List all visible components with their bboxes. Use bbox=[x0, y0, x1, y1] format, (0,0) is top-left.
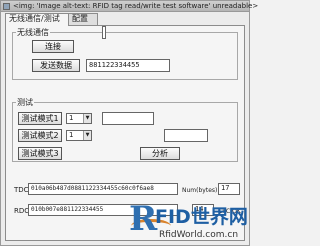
rdc-label: RDC bbox=[14, 207, 30, 215]
test-mode-3-button[interactable]: 测试模式3 bbox=[18, 147, 62, 160]
test-mode-2-field-b[interactable] bbox=[164, 129, 208, 142]
wireless-group-label: 无线通信 bbox=[16, 28, 50, 37]
tab-wireless-test[interactable]: 无线通信/测试 bbox=[5, 13, 69, 26]
test-mode-1-select[interactable]: 1 ▼ bbox=[66, 113, 92, 124]
rfidworld-logo: R FID世界网 RfidWorld.com.cn bbox=[129, 201, 249, 245]
test-mode-2-button[interactable]: 测试模式2 bbox=[18, 129, 62, 142]
logo-letter: R bbox=[129, 199, 158, 239]
app-window: <img: 'Image alt-text: RFID tag read/wri… bbox=[0, 0, 258, 246]
chevron-down-icon[interactable]: ▼ bbox=[83, 131, 91, 140]
chevron-down-icon[interactable]: ▼ bbox=[83, 114, 91, 123]
logo-url: RfidWorld.com.cn bbox=[159, 230, 239, 240]
app-icon bbox=[3, 3, 10, 10]
test-mode-2-field-a[interactable] bbox=[102, 26, 106, 39]
window-title: <img: 'Image alt-text: RFID tag read/wri… bbox=[13, 2, 259, 10]
test-mode-2-select-value: 1 bbox=[69, 131, 74, 139]
num-bytes-field[interactable]: 17 bbox=[218, 183, 240, 195]
test-mode-1-field[interactable] bbox=[102, 112, 154, 125]
analyze-button[interactable]: 分析 bbox=[140, 147, 180, 160]
test-group-label: 测试 bbox=[16, 98, 34, 107]
tdc-field[interactable]: 010a06b487d0881122334455c60c0f6ae8 bbox=[28, 183, 178, 195]
test-mode-2-select[interactable]: 1 ▼ bbox=[66, 130, 92, 141]
logo-brand: FID世界网 bbox=[155, 206, 248, 228]
tdc-label: TDC bbox=[14, 186, 29, 194]
num-bytes-label: Num(bytes): bbox=[182, 187, 220, 194]
test-mode-1-select-value: 1 bbox=[69, 114, 74, 122]
send-data-button[interactable]: 发送数据 bbox=[32, 59, 80, 72]
connect-button[interactable]: 连接 bbox=[32, 40, 74, 53]
tab-config[interactable]: 配置 bbox=[68, 13, 98, 25]
tab-bar: 无线通信/测试 配置 bbox=[5, 13, 245, 26]
send-data-field[interactable]: 881122334455 bbox=[86, 59, 170, 72]
title-bar: <img: 'Image alt-text: RFID tag read/wri… bbox=[1, 1, 258, 12]
test-mode-1-button[interactable]: 测试模式1 bbox=[18, 112, 62, 125]
